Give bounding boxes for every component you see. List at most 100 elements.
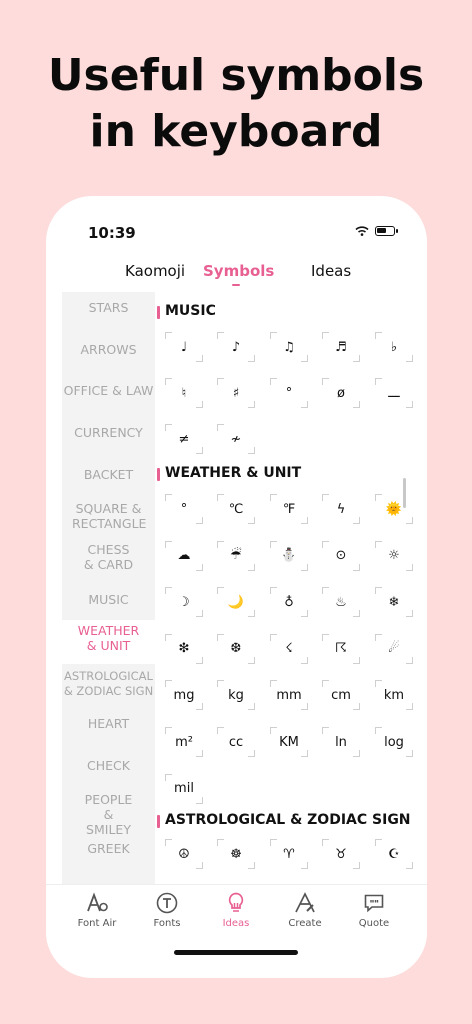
sidebar-item-check[interactable]: CHECK [62, 758, 155, 773]
symbol-cell[interactable]: ≠ [165, 424, 203, 454]
symbol-cell[interactable]: ☄ [375, 633, 413, 664]
symbol-glyph: ♁ [284, 594, 294, 610]
symbol-cell[interactable]: ℃ [217, 494, 255, 524]
tabbar-quote[interactable]: Quote [344, 891, 404, 929]
symbol-glyph: km [383, 687, 405, 703]
tab-kaomoji[interactable]: Kaomoji [125, 262, 185, 280]
scrollbar[interactable] [403, 478, 406, 508]
symbol-cell[interactable]: ☪ [375, 839, 413, 869]
symbol-cell[interactable]: m² [165, 727, 203, 757]
symbol-glyph: 🌙 [227, 594, 245, 610]
symbol-glyph: ☪ [388, 846, 400, 862]
tab-ideas[interactable]: Ideas [311, 262, 351, 280]
headline-line-1: Useful symbols [47, 50, 425, 101]
tabbar-ideas[interactable]: Ideas [206, 891, 266, 929]
sidebar-item-greek[interactable]: GREEK [62, 841, 155, 856]
sidebar-item-backet[interactable]: BACKET [62, 467, 155, 482]
sidebar-item-weather-unit[interactable]: WEATHER & UNIT [62, 620, 155, 664]
symbol-cell[interactable]: ♬ [322, 332, 360, 362]
symbol-cell[interactable]: ☈ [322, 633, 360, 664]
active-tab-indicator [232, 284, 240, 286]
symbol-glyph: cc [228, 734, 244, 750]
symbol-cell[interactable]: ❆ [217, 633, 255, 664]
tabbar-font-air[interactable]: Font Air [67, 891, 127, 929]
tabbar-fonts-label: Fonts [153, 918, 181, 929]
symbol-cell[interactable]: ϟ [322, 494, 360, 524]
symbol-cell[interactable]: ♨ [322, 587, 360, 618]
symbol-cell[interactable]: ♩ [165, 332, 203, 362]
symbol-glyph: ☄ [388, 641, 400, 657]
sidebar-item-zodiac[interactable]: ASTROLOGICAL & ZODIAC SIGN [62, 669, 155, 699]
tabbar-fonts[interactable]: Fonts [137, 891, 197, 929]
quote-icon [364, 894, 384, 913]
symbol-cell[interactable]: ♈ [270, 839, 308, 869]
symbol-cell[interactable]: ♮ [165, 378, 203, 408]
symbol-cell[interactable]: ≁ [217, 424, 255, 454]
symbol-cell[interactable]: ln [322, 727, 360, 757]
tabbar-create[interactable]: Create [275, 891, 335, 929]
symbol-glyph: ♉ [335, 846, 347, 862]
symbol-cell[interactable]: ⊙ [322, 540, 360, 571]
symbol-glyph: ℉ [282, 501, 296, 517]
tabbar-font-air-label: Font Air [77, 918, 117, 929]
sidebar-item-office-law[interactable]: OFFICE & LAW [62, 383, 155, 398]
symbol-cell[interactable]: 🌙 [217, 587, 255, 618]
symbol-glyph: ☮ [178, 846, 190, 862]
symbol-cell[interactable]: ـــ [375, 378, 413, 408]
symbol-cell[interactable]: ♫ [270, 332, 308, 362]
symbol-glyph: ❇ [178, 641, 190, 657]
symbol-cell[interactable]: cc [217, 727, 255, 757]
symbol-cell[interactable]: ☸ [217, 839, 255, 869]
symbol-glyph: ℃ [228, 501, 244, 517]
symbol-cell[interactable]: ℉ [270, 494, 308, 524]
symbol-cell[interactable]: kg [217, 680, 255, 711]
symbol-cell[interactable]: KM [270, 727, 308, 757]
symbol-glyph: kg [228, 687, 244, 703]
symbol-cell[interactable]: mg [165, 680, 203, 711]
symbol-grid: MUSIC WEATHER & UNIT ASTROLOGICAL & ZODI… [155, 292, 415, 886]
symbol-cell[interactable]: ☁ [165, 540, 203, 571]
symbol-glyph: ـــ [388, 385, 400, 401]
sidebar-item-arrows[interactable]: ARROWS [62, 342, 155, 357]
symbol-cell[interactable]: ° [270, 378, 308, 408]
symbol-glyph: ♮ [181, 385, 187, 401]
symbol-cell[interactable]: ☇ [270, 633, 308, 664]
sidebar-item-music[interactable]: MUSIC [62, 592, 155, 607]
symbol-cell[interactable]: ° [165, 494, 203, 524]
symbol-cell[interactable]: ❇ [165, 633, 203, 664]
symbol-cell[interactable]: ⛄ [270, 540, 308, 571]
symbol-glyph: ☔ [230, 548, 242, 564]
sidebar-item-stars[interactable]: STARS [62, 300, 155, 315]
fonts-icon [156, 892, 178, 914]
section-title-weather: WEATHER & UNIT [156, 465, 301, 481]
symbol-cell[interactable]: ☔ [217, 540, 255, 571]
symbol-cell[interactable]: log [375, 727, 413, 757]
symbol-glyph: ≠ [178, 431, 190, 447]
symbol-glyph: ln [335, 734, 347, 750]
symbol-cell[interactable]: mm [270, 680, 308, 711]
symbol-glyph: m² [175, 734, 193, 750]
sidebar-item-heart[interactable]: HEART [62, 716, 155, 731]
symbol-cell[interactable]: ☮ [165, 839, 203, 869]
symbol-cell[interactable]: ☼ [375, 540, 413, 571]
sidebar-item-currency[interactable]: CURRENCY [62, 425, 155, 440]
battery-icon [375, 226, 398, 236]
sidebar-item-chess-card[interactable]: CHESS & CARD [62, 542, 155, 572]
symbol-cell[interactable]: mil [165, 773, 203, 804]
symbol-cell[interactable]: ø [322, 378, 360, 408]
tab-symbols[interactable]: Symbols [203, 262, 274, 280]
symbol-cell[interactable]: cm [322, 680, 360, 711]
sidebar-item-square-rectangle[interactable]: SQUARE & RECTANGLE [62, 501, 155, 531]
symbol-cell[interactable]: ♭ [375, 332, 413, 362]
sidebar-item-people-smiley[interactable]: PEOPLE & SMILEY [62, 792, 155, 837]
symbol-cell[interactable]: ♪ [217, 332, 255, 362]
symbol-cell[interactable]: ♯ [217, 378, 255, 408]
symbol-cell[interactable]: ♉ [322, 839, 360, 869]
symbol-glyph: log [384, 734, 404, 750]
symbol-cell[interactable]: ❄ [375, 587, 413, 618]
symbol-cell[interactable]: ♁ [270, 587, 308, 618]
symbol-cell[interactable]: km [375, 680, 413, 711]
symbol-cell[interactable]: ☽ [165, 587, 203, 618]
symbol-cell[interactable]: 🌞 [375, 494, 413, 524]
headline: Useful symbols in keyboard [0, 48, 472, 160]
